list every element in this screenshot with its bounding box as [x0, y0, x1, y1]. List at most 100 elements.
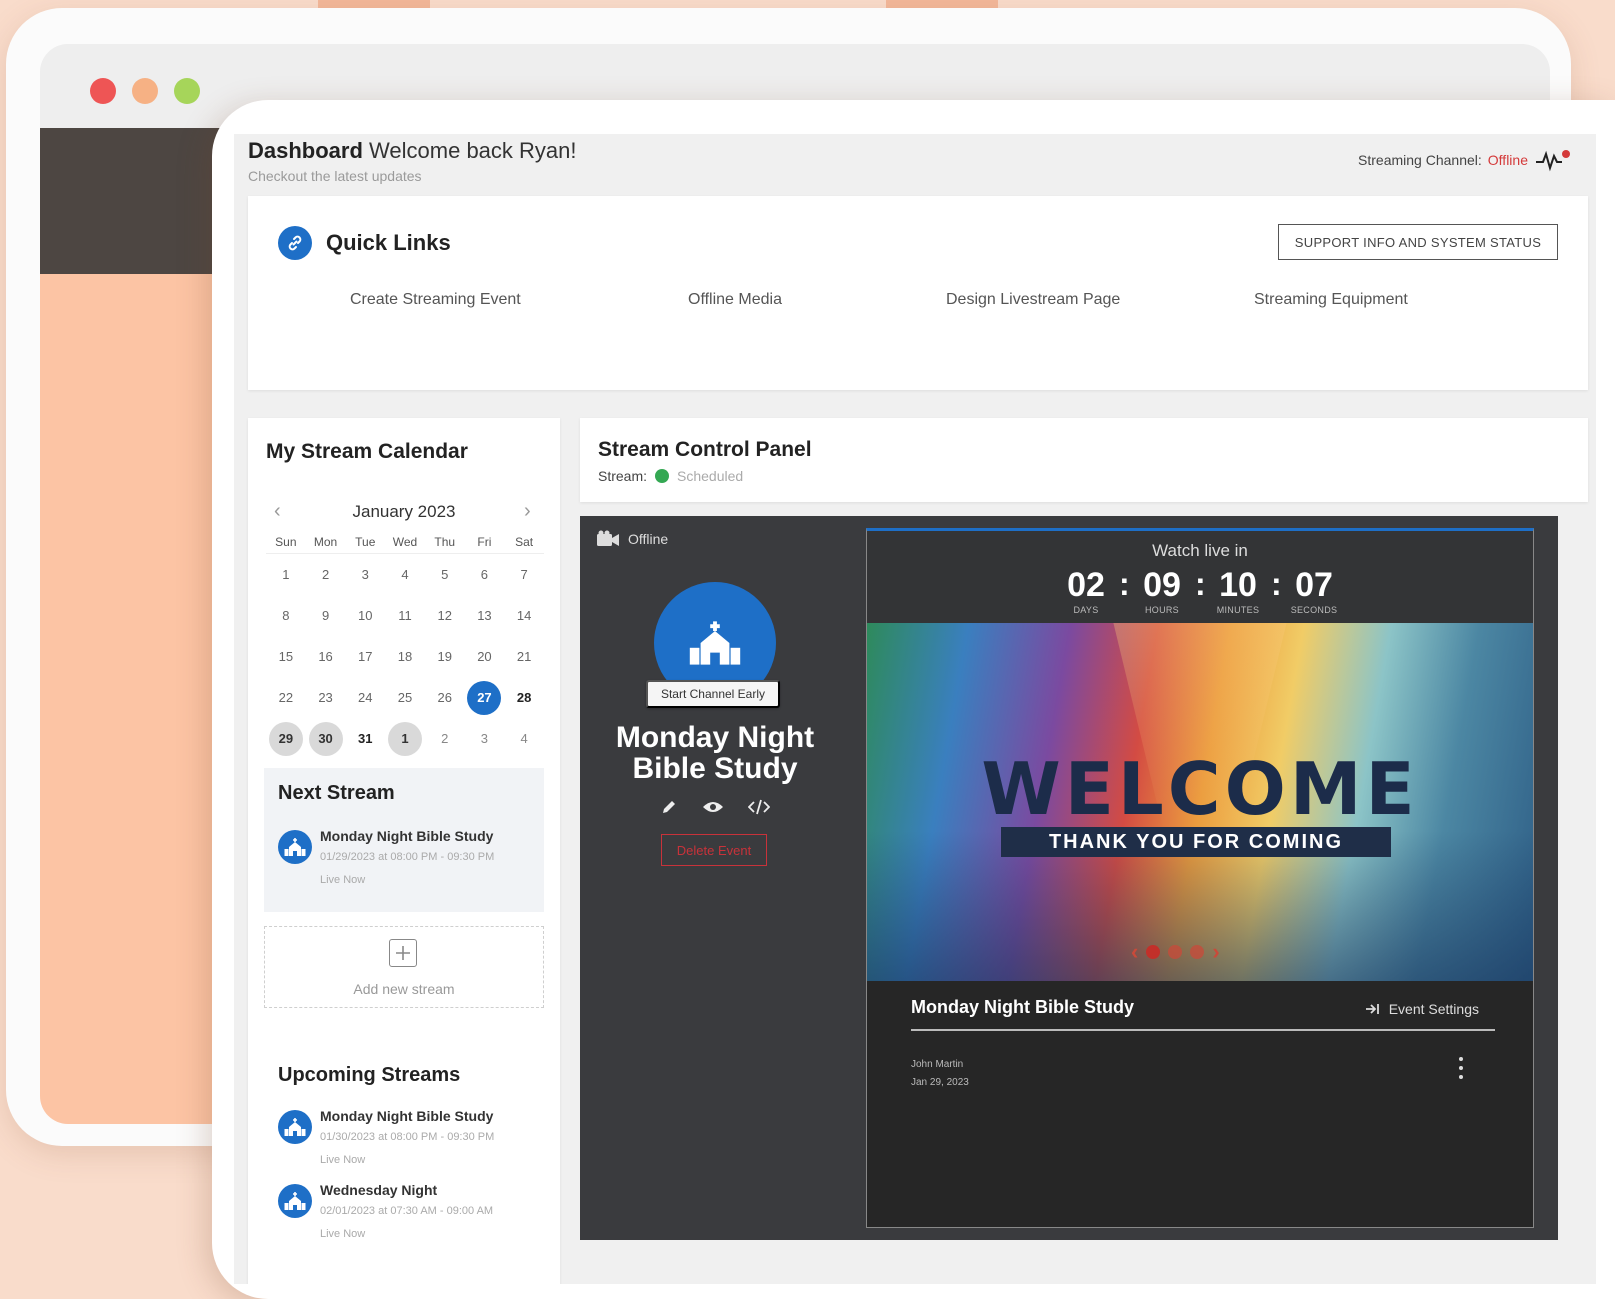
upcoming-streams-title: Upcoming Streams	[278, 1064, 461, 1086]
quick-link-equipment[interactable]: Streaming Equipment	[1254, 291, 1408, 309]
calendar-day-event[interactable]: 29	[268, 721, 303, 756]
calendar-day[interactable]: 28	[507, 681, 541, 715]
calendar-day[interactable]: 14	[507, 599, 541, 633]
calendar-day[interactable]: 12	[428, 599, 462, 633]
carousel-dot[interactable]	[1168, 945, 1183, 959]
calendar-day[interactable]: 26	[428, 681, 462, 715]
weekday-label: Wed	[392, 534, 418, 549]
calendar-week: 22 23 24 25 26 27 28	[266, 677, 544, 718]
calendar-week: 1 2 3 4 5 6 7	[266, 554, 544, 595]
stream-name: Wednesday Night	[320, 1182, 438, 1198]
add-new-stream-button[interactable]: Add new stream	[264, 926, 544, 1008]
video-camera-icon	[597, 530, 619, 546]
event-title: Monday Night Bible Study	[580, 722, 850, 784]
eye-icon[interactable]	[702, 799, 724, 815]
next-stream-box: Next Stream Monday Night Bible Study 01/…	[264, 768, 544, 912]
dashboard-content: Dashboard Welcome back Ryan! Checkout th…	[234, 134, 1596, 1284]
calendar-day[interactable]: 16	[309, 640, 343, 674]
calendar-day[interactable]: 11	[388, 599, 422, 633]
add-new-stream-label: Add new stream	[353, 981, 455, 997]
calendar-day[interactable]: 17	[348, 640, 382, 674]
quick-link-create-event[interactable]: Create Streaming Event	[350, 291, 521, 309]
calendar-day-event[interactable]: 1	[387, 721, 422, 756]
code-icon[interactable]	[748, 799, 770, 815]
calendar-day[interactable]: 13	[467, 599, 501, 633]
calendar-day[interactable]: 7	[507, 558, 541, 592]
carousel-prev-icon[interactable]: ‹	[1131, 939, 1138, 965]
window-minimize-button[interactable]	[132, 78, 158, 104]
calendar-day[interactable]: 9	[309, 599, 343, 633]
countdown-separator: :	[1119, 566, 1130, 602]
carousel-dot[interactable]	[1190, 945, 1205, 959]
quick-link-design-page[interactable]: Design Livestream Page	[946, 291, 1120, 309]
calendar-weekdays: Sun Mon Tue Wed Thu Fri Sat	[266, 530, 544, 554]
calendar-day[interactable]: 19	[428, 640, 462, 674]
calendar-day[interactable]: 6	[467, 558, 501, 592]
church-icon	[278, 1184, 312, 1218]
calendar-day[interactable]: 10	[348, 599, 382, 633]
calendar-day[interactable]: 2	[309, 558, 343, 592]
calendar-day[interactable]: 3	[467, 722, 501, 756]
event-date: Jan 29, 2023	[911, 1077, 969, 1088]
calendar-day[interactable]: 3	[348, 558, 382, 592]
carousel-next-icon[interactable]: ›	[1212, 939, 1219, 965]
quick-links-card: Quick Links SUPPORT INFO AND SYSTEM STAT…	[248, 196, 1588, 390]
hero-subtitle: THANK YOU FOR COMING	[1001, 827, 1391, 857]
calendar-day[interactable]: 2	[428, 722, 462, 756]
calendar-day[interactable]: 23	[309, 681, 343, 715]
carousel-dot[interactable]	[1146, 945, 1161, 959]
countdown-value: 07	[1295, 566, 1333, 604]
calendar-day[interactable]: 4	[507, 722, 541, 756]
weekday-label: Fri	[477, 534, 492, 549]
start-channel-early-button[interactable]: Start Channel Early	[646, 680, 780, 708]
countdown-hours: 09 HOURS	[1129, 567, 1195, 615]
calendar-day-selected[interactable]: 27	[467, 680, 502, 715]
next-stream-title: Next Stream	[278, 782, 395, 804]
calendar-day[interactable]: 5	[428, 558, 462, 592]
calendar-day[interactable]: 4	[388, 558, 422, 592]
support-info-button[interactable]: SUPPORT INFO AND SYSTEM STATUS	[1278, 224, 1558, 260]
next-stream-item[interactable]: Monday Night Bible Study 01/29/2023 at 0…	[278, 828, 538, 892]
stream-label: Stream:	[598, 468, 648, 484]
chevron-right-icon[interactable]: ›	[524, 500, 531, 523]
pencil-icon[interactable]	[660, 798, 678, 816]
stream-status: Live Now	[320, 1154, 366, 1166]
stream-time: 01/29/2023 at 08:00 PM - 09:30 PM	[320, 851, 495, 863]
calendar-day[interactable]: 18	[388, 640, 422, 674]
countdown-value: 09	[1143, 566, 1181, 604]
countdown-separator: :	[1195, 566, 1206, 602]
calendar-day[interactable]: 31	[348, 722, 382, 756]
dashboard-window: Dashboard Welcome back Ryan! Checkout th…	[212, 100, 1615, 1299]
quick-link-offline-media[interactable]: Offline Media	[688, 291, 782, 309]
slide-carousel: ‹ ›	[1131, 939, 1220, 965]
upcoming-stream-item[interactable]: Monday Night Bible Study 01/30/2023 at 0…	[278, 1108, 538, 1172]
calendar-day[interactable]: 24	[348, 681, 382, 715]
countdown-value: 02	[1067, 566, 1105, 604]
stream-control-area: Offline Start Channel Early Monday Night…	[580, 516, 1558, 1240]
upcoming-stream-item[interactable]: Wednesday Night 02/01/2023 at 07:30 AM -…	[278, 1182, 538, 1246]
event-title-line: Bible Study	[632, 752, 798, 785]
calendar-day-event[interactable]: 30	[308, 721, 343, 756]
window-close-button[interactable]	[90, 78, 116, 104]
calendar-day[interactable]: 8	[269, 599, 303, 633]
window-maximize-button[interactable]	[174, 78, 200, 104]
calendar-day[interactable]: 22	[269, 681, 303, 715]
calendar-day[interactable]: 1	[269, 558, 303, 592]
countdown-banner: Watch live in 02 DAYS : 09 HOURS : 10 MI…	[867, 531, 1533, 623]
delete-event-button[interactable]: Delete Event	[661, 834, 767, 866]
stream-status: Live Now	[320, 874, 366, 886]
livestream-preview: Watch live in 02 DAYS : 09 HOURS : 10 MI…	[866, 528, 1534, 1228]
stream-name: Monday Night Bible Study	[320, 828, 494, 844]
event-settings-button[interactable]: Event Settings	[1365, 1001, 1479, 1017]
more-options-icon[interactable]	[1459, 1057, 1465, 1079]
event-tools	[660, 798, 770, 816]
calendar-day[interactable]: 21	[507, 640, 541, 674]
stream-time: 02/01/2023 at 07:30 AM - 09:00 AM	[320, 1205, 494, 1217]
sign-in-icon	[1365, 1004, 1379, 1014]
calendar-day[interactable]: 20	[467, 640, 501, 674]
stream-status-row: Stream: Scheduled	[598, 468, 743, 484]
calendar-day[interactable]: 15	[269, 640, 303, 674]
event-settings-label: Event Settings	[1388, 1001, 1479, 1017]
calendar-day[interactable]: 25	[388, 681, 422, 715]
streaming-channel-status[interactable]: Streaming Channel: Offline	[1358, 148, 1570, 172]
